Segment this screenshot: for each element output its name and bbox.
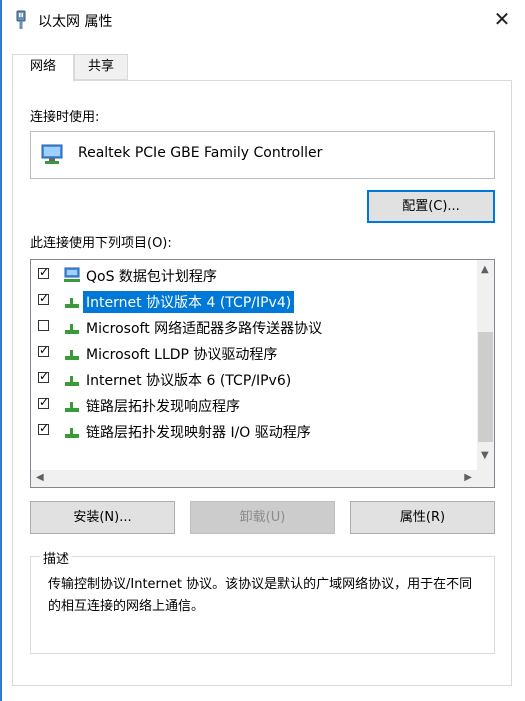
list-item-label: 链路层拓扑发现映射器 I/O 驱动程序	[86, 425, 311, 441]
protocol-icon	[65, 402, 79, 412]
list-item-label: 链路层拓扑发现响应程序	[86, 399, 240, 415]
scroll-down-icon[interactable]: ▼	[481, 450, 489, 461]
list-item-lldp[interactable]: ✓ Microsoft LLDP 协议驱动程序	[31, 340, 471, 366]
checkbox[interactable]: ✓	[38, 291, 49, 305]
adapter-name: Realtek PCIe GBE Family Controller	[78, 145, 323, 161]
vertical-scrollbar[interactable]: ▲ ▼	[477, 260, 494, 470]
description-title: 描述	[40, 548, 73, 567]
description-text: 传输控制协议/Internet 协议。该协议是默认的广域网络协议，用于在不同的相…	[48, 577, 473, 614]
install-button[interactable]: 安装(N)...	[30, 501, 175, 534]
list-item-ipv6[interactable]: ✓ Internet 协议版本 6 (TCP/IPv6)	[31, 366, 471, 392]
protocol-icon	[65, 324, 79, 334]
list-item-lltd-responder[interactable]: ✓ 链路层拓扑发现响应程序	[31, 392, 471, 418]
tab-network[interactable]: 网络	[12, 54, 74, 82]
checkbox[interactable]: ✓	[38, 265, 49, 279]
scroll-thumb[interactable]	[478, 332, 493, 442]
list-item-ipv4[interactable]: ✓ Internet 协议版本 4 (TCP/IPv4)	[31, 288, 471, 314]
components-list[interactable]: ✓ QoS 数据包计划程序 ✓ Internet 协议版本 4 (TCP/IPv…	[30, 259, 495, 488]
list-item-label: Microsoft LLDP 协议驱动程序	[86, 347, 278, 363]
qos-icon	[64, 267, 80, 282]
checkbox[interactable]: ✓	[38, 421, 49, 435]
scroll-right-icon[interactable]: ▶	[464, 472, 472, 483]
scroll-corner	[477, 470, 494, 487]
list-item-multiplexor[interactable]: Microsoft 网络适配器多路传送器协议	[31, 314, 471, 340]
scroll-left-icon[interactable]: ◀	[36, 472, 44, 483]
list-item-lltd-mapper[interactable]: ✓ 链路层拓扑发现映射器 I/O 驱动程序	[31, 418, 471, 444]
checkbox[interactable]: ✓	[38, 369, 49, 383]
list-item-qos[interactable]: ✓ QoS 数据包计划程序	[31, 262, 471, 288]
list-item-label: Internet 协议版本 6 (TCP/IPv6)	[86, 373, 292, 389]
configure-button[interactable]: 配置(C)...	[367, 190, 495, 223]
scroll-up-icon[interactable]: ▲	[481, 264, 489, 275]
uninstall-button[interactable]: 卸载(U)	[190, 501, 335, 534]
properties-button[interactable]: 属性(R)	[350, 501, 495, 534]
properties-window: 以太网 属性 ✕ 网络 共享 连接时使用: Realtek PCIe GBE F…	[0, 0, 525, 701]
close-icon: ✕	[493, 7, 511, 31]
window-border	[0, 0, 2, 701]
checkbox[interactable]: ✓	[38, 343, 49, 357]
tab-sharing[interactable]: 共享	[74, 54, 128, 80]
list-item-label: QoS 数据包计划程序	[86, 269, 217, 285]
protocol-icon	[65, 298, 79, 308]
items-label: 此连接使用下列项目(O):	[30, 236, 172, 251]
connect-using-label: 连接时使用:	[30, 110, 100, 125]
horizontal-scrollbar[interactable]: ◀ ▶	[31, 470, 494, 487]
checkbox[interactable]: ✓	[38, 395, 49, 409]
close-button[interactable]: ✕	[479, 0, 525, 38]
protocol-icon	[65, 428, 79, 438]
protocol-icon	[65, 350, 79, 360]
list-item-label: Internet 协议版本 4 (TCP/IPv4)	[83, 291, 295, 313]
checkbox[interactable]	[38, 320, 49, 331]
adapter-field: Realtek PCIe GBE Family Controller	[30, 131, 495, 179]
title-bar[interactable]: 以太网 属性 ✕	[2, 0, 525, 38]
list-item-label: Microsoft 网络适配器多路传送器协议	[86, 321, 323, 337]
ethernet-plug-icon	[16, 10, 26, 29]
network-adapter-icon	[41, 144, 63, 164]
protocol-icon	[65, 376, 79, 386]
window-title: 以太网 属性	[38, 14, 113, 30]
